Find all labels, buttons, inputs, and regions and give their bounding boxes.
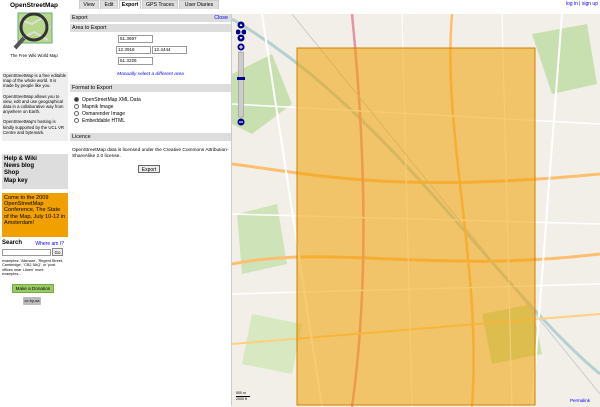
shop-link[interactable]: Shop [4,170,66,177]
map-canvas[interactable] [232,14,600,407]
tab-view[interactable]: View [79,0,99,9]
login-signup-links[interactable]: log in | sign up [566,1,598,7]
format-label: Embeddable HTML [82,118,126,124]
export-header: Export Close [70,14,231,22]
manual-select-link[interactable]: Manually select a different area [70,72,231,77]
search-input[interactable] [2,249,51,256]
zoom-slider-track[interactable] [238,51,244,118]
radio-selected[interactable] [74,97,79,103]
radio[interactable] [74,111,79,117]
format-embeddable-html[interactable]: Embeddable HTML [74,118,125,124]
conference-notice[interactable]: Come to the 2009 OpenStreetMap Conferenc… [2,193,68,237]
zoom-out-icon[interactable] [237,118,245,126]
pan-up-icon[interactable] [237,21,245,29]
format-osmarender[interactable]: Osmarender Image [74,111,125,117]
radio[interactable] [74,104,79,110]
pan-left-icon[interactable] [235,29,241,35]
tab-export[interactable]: Export [119,0,141,9]
osm-logo[interactable]: OpenStreetMap The Free Wiki World Map [1,1,67,67]
where-am-i-link[interactable]: Where am I? [35,241,64,247]
pan-right-icon[interactable] [241,29,247,35]
format-osm-xml[interactable]: OpenStreetMap XML Data [74,97,141,103]
format-mapnik[interactable]: Mapnik Image [74,104,113,110]
close-link[interactable]: Close [214,14,228,22]
format-label: Mapnik Image [82,104,114,110]
export-panel: Export Close Area to Export 51.3697 12.3… [70,14,232,406]
max-lon-input[interactable]: 12.4444 [152,46,187,54]
map-key-link[interactable]: Map key [4,178,66,185]
export-title: Export [72,15,88,21]
logo-title: OpenStreetMap [9,2,59,9]
pan-down-icon[interactable] [237,34,245,42]
go-button[interactable]: Go [52,248,63,256]
scale-bar: 500 m 2000 ft [236,391,256,402]
min-lon-input[interactable]: 12.3916 [116,46,151,54]
intro-text-3: OpenStreetMap's hosting is kindly suppor… [3,119,64,135]
zoom-slider-handle[interactable] [237,77,245,80]
max-lat-input[interactable]: 51.3697 [118,35,153,43]
zoom-control [235,21,247,133]
export-selection-area[interactable] [296,47,536,406]
licence-heading: Licence [70,133,231,141]
permalink[interactable]: Permalink [570,398,590,403]
format-heading: Format to Export [70,84,231,92]
help-links: Help & Wiki News blog Shop Map key [2,154,68,189]
help-wiki-link[interactable]: Help & Wiki [4,156,66,163]
export-button[interactable]: Export [138,165,160,173]
intro-text-1: OpenStreetMap is a free editable map of … [3,73,67,89]
magnifier-map-icon [13,12,53,50]
area-heading: Area to Export [70,24,231,32]
tab-user-diaries[interactable]: User Diaries [179,0,219,9]
format-label: Osmarender Image [82,111,126,117]
zoom-in-icon[interactable] [237,43,245,51]
intro-text-2: OpenStreetMap allows you to view, edit a… [3,93,64,115]
search-examples: examples: 'Alkmaar', 'Regent Street, Cam… [2,259,64,277]
left-sidebar: OpenStreetMap The Free Wiki World Map Op… [0,0,68,407]
search-section: Search Where am I? Go examples: 'Alkmaar… [2,240,64,280]
news-blog-link[interactable]: News blog [4,163,66,170]
intro-box: OpenStreetMap is a free editable map of … [2,72,68,142]
logo-subtitle: The Free Wiki World Map [10,53,58,58]
tab-gps-traces[interactable]: GPS Traces [142,0,178,9]
tab-edit[interactable]: Edit [100,0,118,9]
scale-imperial: 2000 ft [236,397,247,401]
donate-button[interactable]: Make a Donation [12,284,54,293]
format-label: OpenStreetMap XML Data [82,97,141,103]
radio[interactable] [74,118,79,124]
min-lat-input[interactable]: 51.3226 [118,57,153,65]
licence-text: OpenStreetMap data is licensed under the… [72,148,229,159]
map-view[interactable]: 500 m 2000 ft Permalink [232,14,600,407]
cc-license-badge[interactable]: cc by-sa [23,297,41,305]
